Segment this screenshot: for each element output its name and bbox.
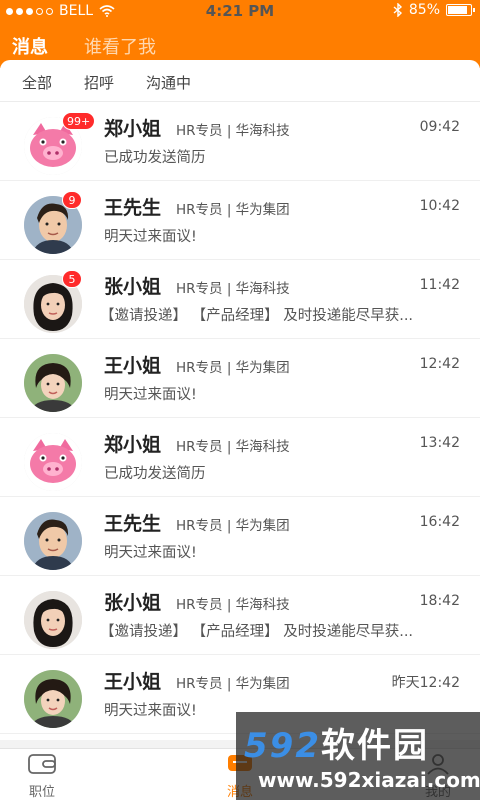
message-preview: 已成功发送简历 xyxy=(104,150,206,166)
contact-title: HR专员 | 华为集团 xyxy=(176,360,290,376)
pig-avatar xyxy=(24,433,82,491)
contact-title: HR专员 | 华为集团 xyxy=(176,518,290,534)
tab-who-viewed-me[interactable]: 谁看了我 xyxy=(84,33,156,59)
tab-jobs[interactable]: 职位 xyxy=(2,753,82,800)
conversation-row[interactable]: 张小姐 HR专员 | 华海科技 18:42 【邀请投递】 【产品经理】 及时投递… xyxy=(0,576,480,655)
message-time: 13:42 xyxy=(419,435,460,451)
filter-greetings[interactable]: 招呼 xyxy=(84,72,114,93)
messages-panel: 全部 招呼 沟通中 99+ 郑小姐 HR专员 | 华海科技 09:42 已成功发… xyxy=(0,60,480,740)
message-preview: 已成功发送简历 xyxy=(104,466,206,482)
contact-title: HR专员 | 华海科技 xyxy=(176,281,290,297)
contact-title: HR专员 | 华为集团 xyxy=(176,676,290,692)
tab-jobs-label: 职位 xyxy=(28,785,55,800)
site-watermark: 592软件园 www.592xiazai.com xyxy=(236,712,480,800)
status-right: 85% xyxy=(393,2,475,18)
contact-title: HR专员 | 华为集团 xyxy=(176,202,290,218)
woman-short-avatar xyxy=(24,354,82,412)
unread-badge: 99+ xyxy=(62,112,96,130)
conversation-row[interactable]: 王小姐 HR专员 | 华为集团 12:42 明天过来面议! xyxy=(0,339,480,418)
watermark-number: 592 xyxy=(244,726,321,766)
message-preview: 【邀请投递】 【产品经理】 及时投递能尽早获... xyxy=(100,624,414,640)
message-preview: 明天过来面议! xyxy=(104,387,197,403)
conversation-list: 99+ 郑小姐 HR专员 | 华海科技 09:42 已成功发送简历 9 王先生 … xyxy=(0,102,480,734)
wallet-icon xyxy=(28,754,56,774)
filter-all[interactable]: 全部 xyxy=(22,72,52,93)
contact-title: HR专员 | 华海科技 xyxy=(176,439,290,455)
watermark-brand: 592软件园 xyxy=(244,718,429,767)
contact-name: 王先生 xyxy=(104,513,162,535)
contact-name: 张小姐 xyxy=(104,276,162,298)
message-time: 12:42 xyxy=(419,356,460,372)
message-time: 昨天12:42 xyxy=(391,675,460,691)
contact-title: HR专员 | 华海科技 xyxy=(176,123,290,139)
battery-icon xyxy=(446,4,475,16)
conversation-row[interactable]: 5 张小姐 HR专员 | 华海科技 11:42 【邀请投递】 【产品经理】 及时… xyxy=(0,260,480,339)
unread-badge: 9 xyxy=(62,191,82,209)
watermark-url: www.592xiazai.com xyxy=(258,768,480,792)
conversation-row[interactable]: 王先生 HR专员 | 华为集团 16:42 明天过来面议! xyxy=(0,497,480,576)
man-avatar xyxy=(24,512,82,570)
contact-name: 张小姐 xyxy=(104,592,162,614)
status-bar: BELL 4:21 PM 85% xyxy=(0,0,480,22)
message-time: 11:42 xyxy=(419,277,460,293)
battery-percent: 85% xyxy=(408,2,440,18)
bluetooth-icon xyxy=(393,3,402,17)
conversation-row[interactable]: 郑小姐 HR专员 | 华海科技 13:42 已成功发送简历 xyxy=(0,418,480,497)
woman-short-avatar xyxy=(24,670,82,728)
filter-in-communication[interactable]: 沟通中 xyxy=(146,72,191,93)
contact-name: 郑小姐 xyxy=(104,118,162,140)
watermark-chinese: 软件园 xyxy=(320,726,429,766)
message-time: 10:42 xyxy=(419,198,460,214)
conversation-row[interactable]: 99+ 郑小姐 HR专员 | 华海科技 09:42 已成功发送简历 xyxy=(0,102,480,181)
conversation-row[interactable]: 9 王先生 HR专员 | 华为集团 10:42 明天过来面议! xyxy=(0,181,480,260)
message-preview: 明天过来面议! xyxy=(104,545,197,561)
message-preview: 【邀请投递】 【产品经理】 及时投递能尽早获... xyxy=(100,308,414,324)
tab-messages[interactable]: 消息 xyxy=(12,33,48,59)
contact-name: 郑小姐 xyxy=(104,434,162,456)
contact-name: 王小姐 xyxy=(104,355,162,377)
filter-bar: 全部 招呼 沟通中 xyxy=(0,60,480,102)
message-time: 16:42 xyxy=(419,514,460,530)
contact-name: 王小姐 xyxy=(104,671,162,693)
contact-title: HR专员 | 华海科技 xyxy=(176,597,290,613)
message-time: 18:42 xyxy=(419,593,460,609)
message-time: 09:42 xyxy=(419,119,460,135)
woman-dark-avatar xyxy=(24,591,82,649)
unread-badge: 5 xyxy=(62,270,82,288)
contact-name: 王先生 xyxy=(104,197,162,219)
message-preview: 明天过来面议! xyxy=(104,229,197,245)
